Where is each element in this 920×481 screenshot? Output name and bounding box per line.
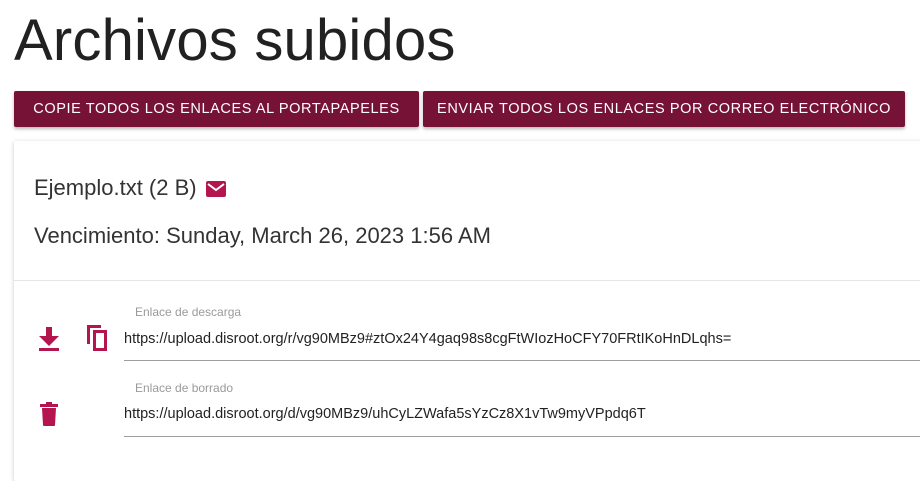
email-all-links-button[interactable]: ENVIAR TODOS LOS ENLACES POR CORREO ELEC… bbox=[423, 91, 905, 127]
file-info: Ejemplo.txt (2 B) bbox=[34, 175, 226, 201]
divider bbox=[14, 280, 920, 281]
page-title: Archivos subidos bbox=[14, 8, 456, 73]
file-name-size: Ejemplo.txt (2 B) bbox=[34, 175, 197, 200]
uploaded-file-card: Ejemplo.txt (2 B) Vencimiento: Sunday, M… bbox=[14, 141, 920, 481]
delete-link-field[interactable]: https://upload.disroot.org/d/vg90MBz9/uh… bbox=[124, 406, 646, 422]
copy-all-links-button[interactable]: COPIE TODOS LOS ENLACES AL PORTAPAPELES bbox=[14, 91, 419, 127]
mail-icon[interactable] bbox=[205, 177, 226, 197]
delete-icon[interactable] bbox=[36, 401, 62, 427]
delete-link-label: Enlace de borrado bbox=[135, 381, 234, 395]
delete-link-underline bbox=[124, 436, 920, 437]
copy-icon[interactable] bbox=[84, 325, 110, 351]
download-link-label: Enlace de descarga bbox=[135, 305, 242, 319]
download-link-underline bbox=[124, 360, 920, 361]
expiry-date: Vencimiento: Sunday, March 26, 2023 1:56… bbox=[34, 223, 491, 248]
download-link-field[interactable]: https://upload.disroot.org/r/vg90MBz9#zt… bbox=[124, 331, 731, 347]
download-icon[interactable] bbox=[36, 326, 62, 352]
